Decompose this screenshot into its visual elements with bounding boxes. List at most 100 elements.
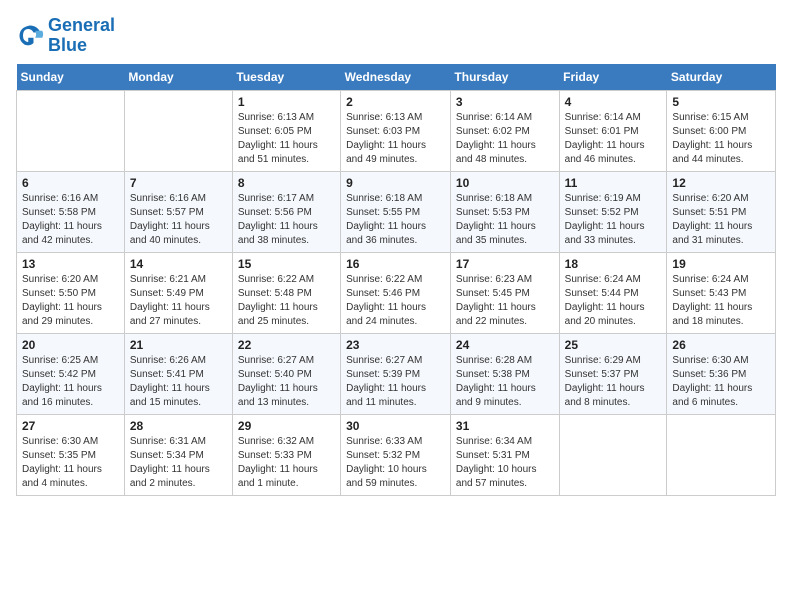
day-info: Sunrise: 6:26 AMSunset: 5:41 PMDaylight:… bbox=[130, 354, 227, 410]
calendar-table: SundayMondayTuesdayWednesdayThursdayFrid… bbox=[16, 64, 776, 496]
calendar-cell bbox=[17, 90, 125, 171]
day-number: 31 bbox=[456, 419, 554, 433]
calendar-cell: 6 Sunrise: 6:16 AMSunset: 5:58 PMDaylight… bbox=[17, 171, 125, 252]
calendar-cell: 10 Sunrise: 6:18 AMSunset: 5:53 PMDayligh… bbox=[450, 171, 559, 252]
calendar-cell: 18 Sunrise: 6:24 AMSunset: 5:44 PMDayligh… bbox=[559, 252, 667, 333]
day-info: Sunrise: 6:13 AMSunset: 6:05 PMDaylight:… bbox=[238, 111, 335, 167]
day-info: Sunrise: 6:14 AMSunset: 6:02 PMDaylight:… bbox=[456, 111, 554, 167]
calendar-cell bbox=[124, 90, 232, 171]
calendar-cell: 17 Sunrise: 6:23 AMSunset: 5:45 PMDayligh… bbox=[450, 252, 559, 333]
calendar-cell: 5 Sunrise: 6:15 AMSunset: 6:00 PMDaylight… bbox=[667, 90, 776, 171]
calendar-cell: 7 Sunrise: 6:16 AMSunset: 5:57 PMDaylight… bbox=[124, 171, 232, 252]
weekday-header-wednesday: Wednesday bbox=[341, 64, 451, 91]
day-number: 7 bbox=[130, 176, 227, 190]
calendar-week-row: 6 Sunrise: 6:16 AMSunset: 5:58 PMDaylight… bbox=[17, 171, 776, 252]
day-info: Sunrise: 6:22 AMSunset: 5:48 PMDaylight:… bbox=[238, 273, 335, 329]
day-info: Sunrise: 6:18 AMSunset: 5:53 PMDaylight:… bbox=[456, 192, 554, 248]
day-info: Sunrise: 6:16 AMSunset: 5:57 PMDaylight:… bbox=[130, 192, 227, 248]
day-info: Sunrise: 6:20 AMSunset: 5:51 PMDaylight:… bbox=[672, 192, 770, 248]
logo: General Blue bbox=[16, 16, 115, 56]
calendar-cell: 15 Sunrise: 6:22 AMSunset: 5:48 PMDayligh… bbox=[232, 252, 340, 333]
day-info: Sunrise: 6:13 AMSunset: 6:03 PMDaylight:… bbox=[346, 111, 445, 167]
calendar-cell: 14 Sunrise: 6:21 AMSunset: 5:49 PMDayligh… bbox=[124, 252, 232, 333]
day-number: 3 bbox=[456, 95, 554, 109]
day-info: Sunrise: 6:28 AMSunset: 5:38 PMDaylight:… bbox=[456, 354, 554, 410]
day-number: 14 bbox=[130, 257, 227, 271]
logo-text: General Blue bbox=[48, 16, 115, 56]
calendar-cell: 20Sunrise: 6:25 AMSunset: 5:42 PMDayligh… bbox=[17, 333, 125, 414]
day-number: 21 bbox=[130, 338, 227, 352]
calendar-cell: 12 Sunrise: 6:20 AMSunset: 5:51 PMDayligh… bbox=[667, 171, 776, 252]
day-info: Sunrise: 6:22 AMSunset: 5:46 PMDaylight:… bbox=[346, 273, 445, 329]
day-number: 16 bbox=[346, 257, 445, 271]
calendar-cell: 25 Sunrise: 6:29 AMSunset: 5:37 PMDayligh… bbox=[559, 333, 667, 414]
day-info: Sunrise: 6:23 AMSunset: 5:45 PMDaylight:… bbox=[456, 273, 554, 329]
calendar-cell: 31Sunrise: 6:34 AMSunset: 5:31 PMDayligh… bbox=[450, 414, 559, 495]
calendar-cell: 27Sunrise: 6:30 AMSunset: 5:35 PMDayligh… bbox=[17, 414, 125, 495]
calendar-cell: 29Sunrise: 6:32 AMSunset: 5:33 PMDayligh… bbox=[232, 414, 340, 495]
day-number: 18 bbox=[565, 257, 662, 271]
calendar-cell: 16 Sunrise: 6:22 AMSunset: 5:46 PMDayligh… bbox=[341, 252, 451, 333]
calendar-week-row: 20Sunrise: 6:25 AMSunset: 5:42 PMDayligh… bbox=[17, 333, 776, 414]
day-number: 6 bbox=[22, 176, 119, 190]
day-number: 20 bbox=[22, 338, 119, 352]
day-number: 8 bbox=[238, 176, 335, 190]
day-info: Sunrise: 6:30 AMSunset: 5:36 PMDaylight:… bbox=[672, 354, 770, 410]
day-number: 5 bbox=[672, 95, 770, 109]
day-number: 23 bbox=[346, 338, 445, 352]
calendar-cell: 4Sunrise: 6:14 AMSunset: 6:01 PMDaylight… bbox=[559, 90, 667, 171]
day-number: 9 bbox=[346, 176, 445, 190]
day-number: 27 bbox=[22, 419, 119, 433]
logo-icon bbox=[16, 22, 44, 50]
day-info: Sunrise: 6:27 AMSunset: 5:39 PMDaylight:… bbox=[346, 354, 445, 410]
day-info: Sunrise: 6:17 AMSunset: 5:56 PMDaylight:… bbox=[238, 192, 335, 248]
day-number: 1 bbox=[238, 95, 335, 109]
calendar-cell: 21 Sunrise: 6:26 AMSunset: 5:41 PMDayligh… bbox=[124, 333, 232, 414]
calendar-week-row: 1 Sunrise: 6:13 AMSunset: 6:05 PMDaylight… bbox=[17, 90, 776, 171]
weekday-header-sunday: Sunday bbox=[17, 64, 125, 91]
calendar-cell: 1 Sunrise: 6:13 AMSunset: 6:05 PMDaylight… bbox=[232, 90, 340, 171]
day-number: 19 bbox=[672, 257, 770, 271]
weekday-header-monday: Monday bbox=[124, 64, 232, 91]
weekday-header-saturday: Saturday bbox=[667, 64, 776, 91]
calendar-header: SundayMondayTuesdayWednesdayThursdayFrid… bbox=[17, 64, 776, 91]
calendar-cell bbox=[559, 414, 667, 495]
weekday-header-row: SundayMondayTuesdayWednesdayThursdayFrid… bbox=[17, 64, 776, 91]
day-number: 17 bbox=[456, 257, 554, 271]
day-info: Sunrise: 6:19 AMSunset: 5:52 PMDaylight:… bbox=[565, 192, 662, 248]
page-header: General Blue bbox=[16, 16, 776, 56]
day-info: Sunrise: 6:31 AMSunset: 5:34 PMDaylight:… bbox=[130, 435, 227, 491]
day-info: Sunrise: 6:16 AMSunset: 5:58 PMDaylight:… bbox=[22, 192, 119, 248]
calendar-body: 1 Sunrise: 6:13 AMSunset: 6:05 PMDaylight… bbox=[17, 90, 776, 495]
day-number: 28 bbox=[130, 419, 227, 433]
calendar-cell: 9 Sunrise: 6:18 AMSunset: 5:55 PMDaylight… bbox=[341, 171, 451, 252]
calendar-cell: 13 Sunrise: 6:20 AMSunset: 5:50 PMDayligh… bbox=[17, 252, 125, 333]
day-info: Sunrise: 6:21 AMSunset: 5:49 PMDaylight:… bbox=[130, 273, 227, 329]
day-info: Sunrise: 6:27 AMSunset: 5:40 PMDaylight:… bbox=[238, 354, 335, 410]
day-number: 10 bbox=[456, 176, 554, 190]
calendar-week-row: 13 Sunrise: 6:20 AMSunset: 5:50 PMDayligh… bbox=[17, 252, 776, 333]
weekday-header-tuesday: Tuesday bbox=[232, 64, 340, 91]
day-info: Sunrise: 6:24 AMSunset: 5:43 PMDaylight:… bbox=[672, 273, 770, 329]
day-info: Sunrise: 6:18 AMSunset: 5:55 PMDaylight:… bbox=[346, 192, 445, 248]
weekday-header-thursday: Thursday bbox=[450, 64, 559, 91]
day-info: Sunrise: 6:32 AMSunset: 5:33 PMDaylight:… bbox=[238, 435, 335, 491]
day-info: Sunrise: 6:20 AMSunset: 5:50 PMDaylight:… bbox=[22, 273, 119, 329]
calendar-cell: 22 Sunrise: 6:27 AMSunset: 5:40 PMDayligh… bbox=[232, 333, 340, 414]
calendar-cell: 24 Sunrise: 6:28 AMSunset: 5:38 PMDayligh… bbox=[450, 333, 559, 414]
day-number: 13 bbox=[22, 257, 119, 271]
day-number: 24 bbox=[456, 338, 554, 352]
day-number: 11 bbox=[565, 176, 662, 190]
weekday-header-friday: Friday bbox=[559, 64, 667, 91]
day-info: Sunrise: 6:33 AMSunset: 5:32 PMDaylight:… bbox=[346, 435, 445, 491]
calendar-cell: 30Sunrise: 6:33 AMSunset: 5:32 PMDayligh… bbox=[341, 414, 451, 495]
day-info: Sunrise: 6:29 AMSunset: 5:37 PMDaylight:… bbox=[565, 354, 662, 410]
day-number: 12 bbox=[672, 176, 770, 190]
day-number: 26 bbox=[672, 338, 770, 352]
calendar-cell: 8 Sunrise: 6:17 AMSunset: 5:56 PMDaylight… bbox=[232, 171, 340, 252]
day-number: 22 bbox=[238, 338, 335, 352]
day-number: 15 bbox=[238, 257, 335, 271]
day-info: Sunrise: 6:15 AMSunset: 6:00 PMDaylight:… bbox=[672, 111, 770, 167]
day-number: 25 bbox=[565, 338, 662, 352]
day-info: Sunrise: 6:24 AMSunset: 5:44 PMDaylight:… bbox=[565, 273, 662, 329]
